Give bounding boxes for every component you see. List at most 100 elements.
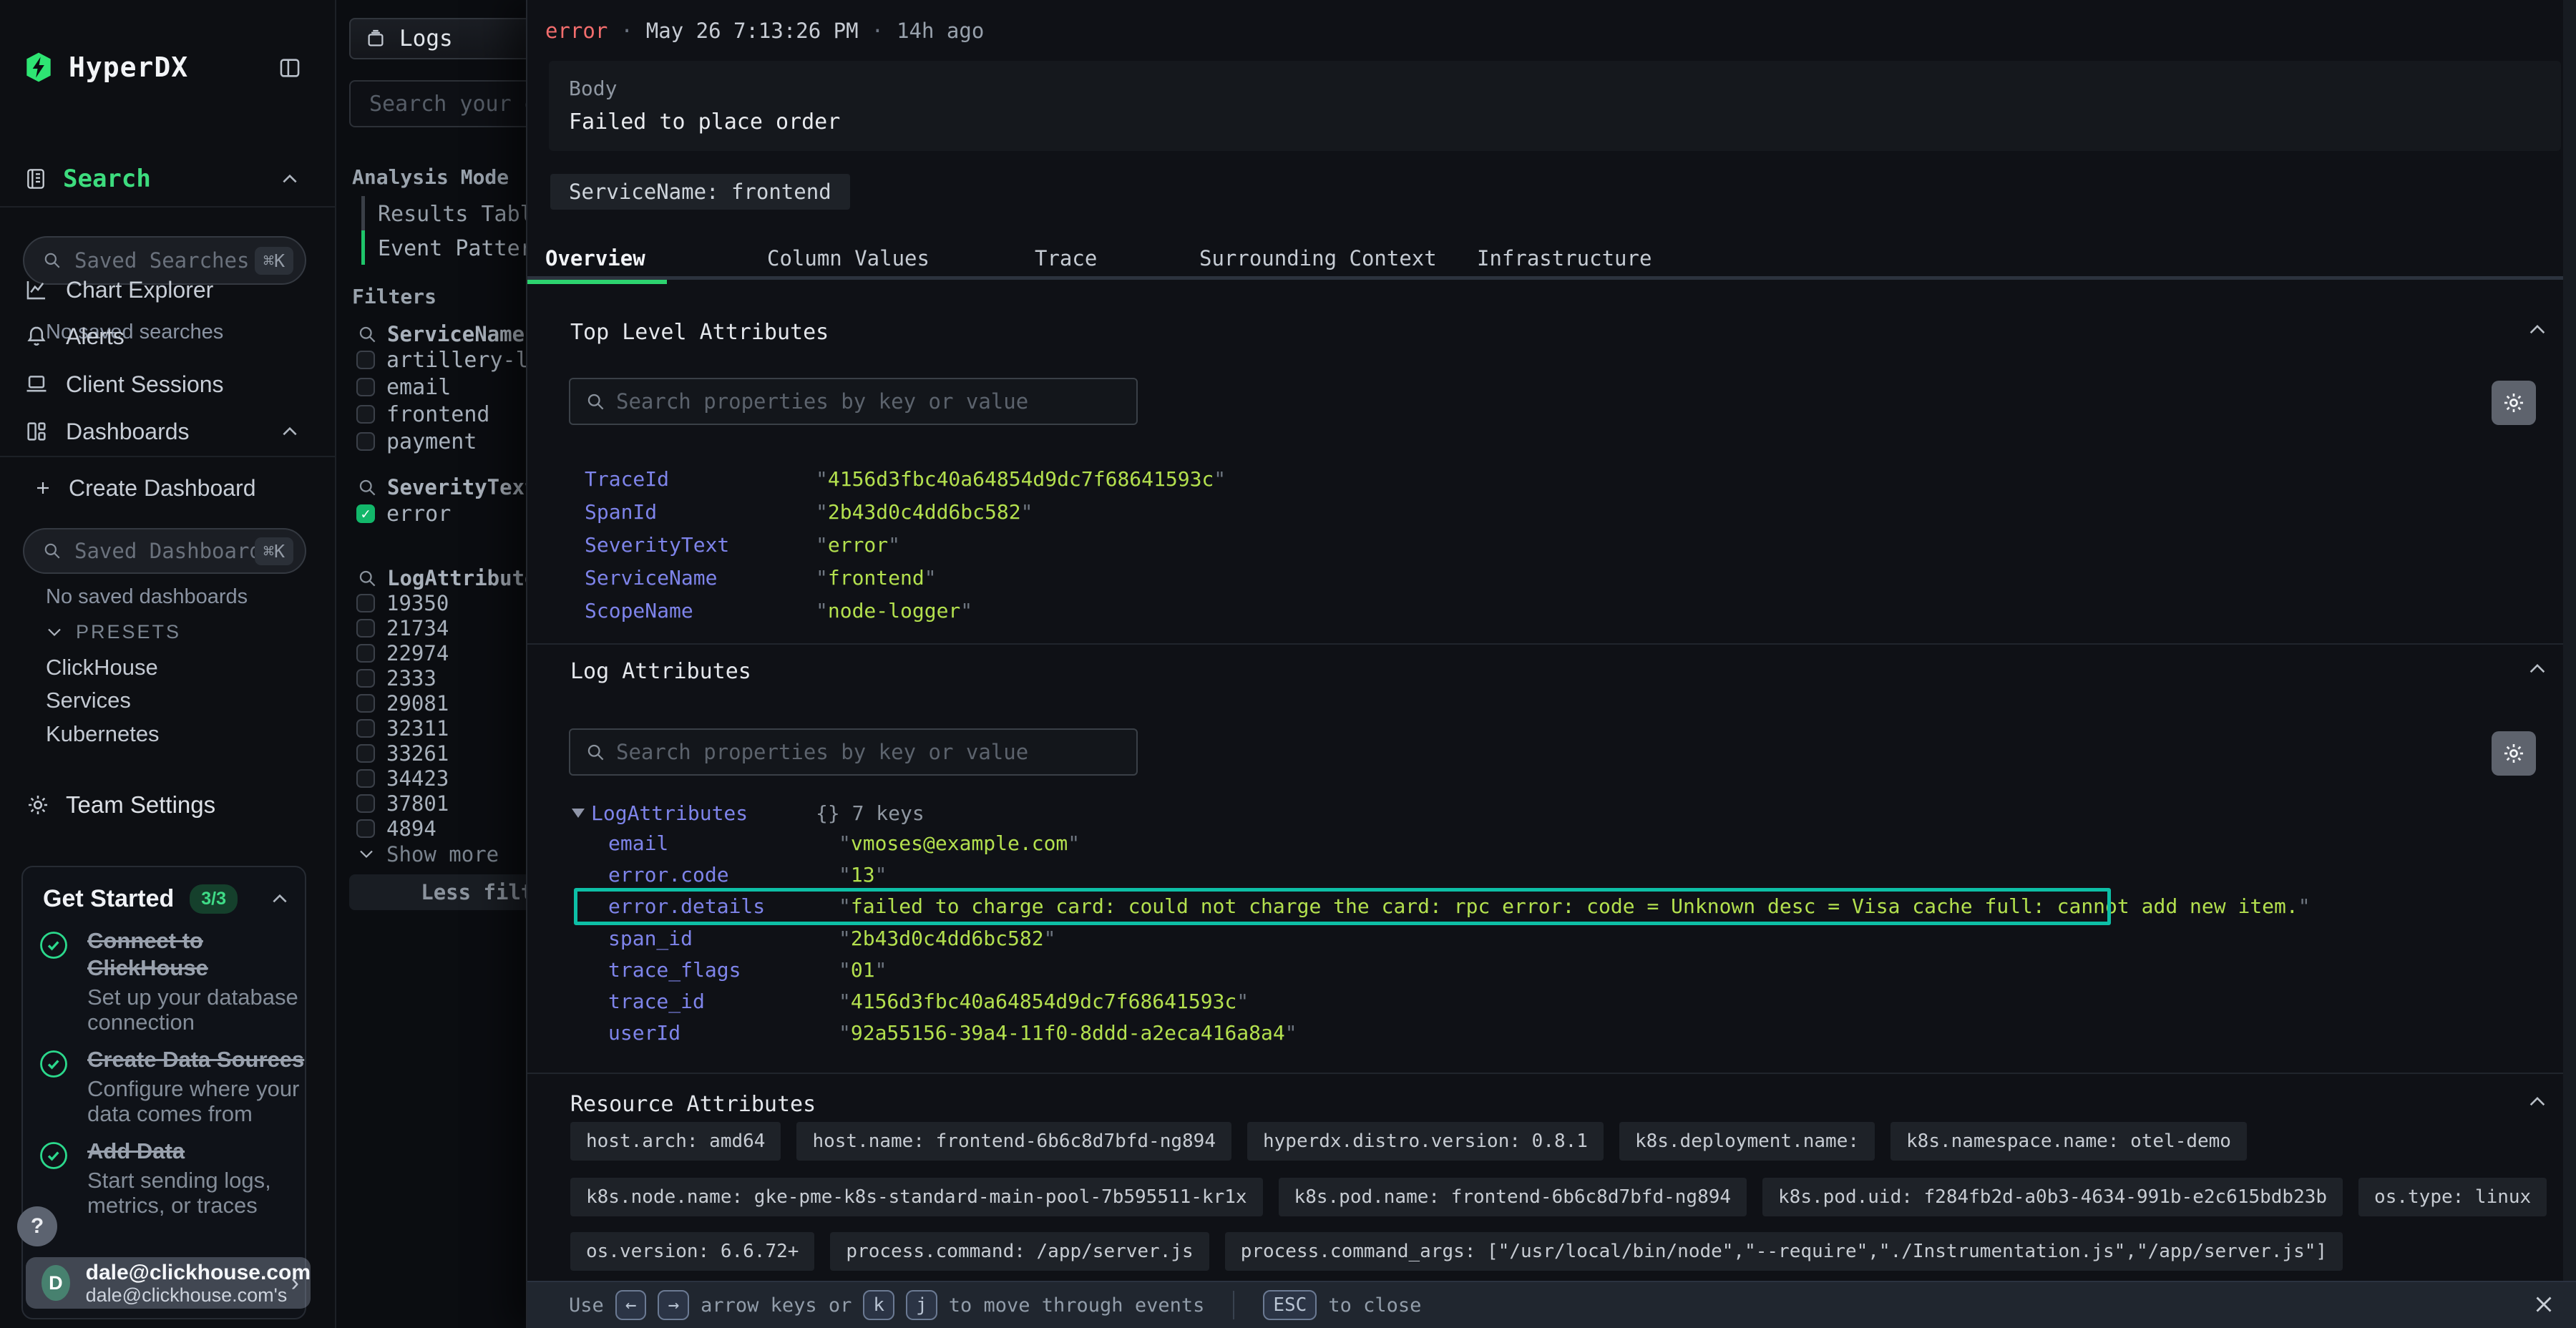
checkbox[interactable] <box>356 594 375 612</box>
filter-option[interactable]: 33261 <box>356 741 449 766</box>
sidebar-collapse-icon[interactable] <box>278 56 302 80</box>
search-icon[interactable] <box>358 325 377 344</box>
filter-option[interactable]: email <box>356 374 451 401</box>
checkbox[interactable] <box>356 719 375 738</box>
collapse-section-icon[interactable] <box>2527 1095 2546 1107</box>
collapse-section-icon[interactable] <box>2527 663 2546 674</box>
mode-results-table[interactable]: Results Table <box>378 202 546 227</box>
attribute-key[interactable]: error.code <box>608 863 839 887</box>
attribute-value[interactable]: failed to charge card: could not charge … <box>851 894 2298 918</box>
checkbox[interactable] <box>356 744 375 763</box>
resource-chip[interactable]: os.version: 6.6.72+ <box>570 1232 814 1271</box>
sidebar-section-search[interactable]: Search <box>0 159 336 199</box>
attribute-key[interactable]: userId <box>608 1021 839 1045</box>
search-icon[interactable] <box>358 478 377 497</box>
filter-option[interactable]: 34423 <box>356 766 449 791</box>
top-level-property-search-input[interactable] <box>569 378 1138 425</box>
filter-option[interactable]: 32311 <box>356 716 449 741</box>
attribute-value[interactable]: error <box>828 533 888 557</box>
presets-toggle[interactable]: PRESETS <box>46 621 181 643</box>
attribute-key[interactable]: SpanId <box>585 500 816 524</box>
filter-option[interactable]: 2333 <box>356 665 436 690</box>
resource-chip[interactable]: k8s.node.name: gke-pme-k8s-standard-main… <box>570 1178 1263 1216</box>
attribute-key[interactable]: span_id <box>608 927 839 950</box>
search-icon[interactable] <box>358 569 377 588</box>
log-attributes-root-row[interactable]: LogAttributes {} 7 keys <box>572 799 748 827</box>
filter-option[interactable]: 22974 <box>356 640 449 665</box>
attribute-key[interactable]: ScopeName <box>585 599 816 622</box>
sidebar-item-client-sessions[interactable]: Client Sessions <box>0 361 336 407</box>
filter-option[interactable]: 4894 <box>356 816 436 841</box>
create-dashboard-button[interactable]: Create Dashboard <box>0 465 336 511</box>
checkbox[interactable] <box>356 694 375 713</box>
resource-chip[interactable]: host.name: frontend-6b6c8d7bfd-ng894 <box>796 1122 1231 1161</box>
checkbox-checked[interactable]: ✓ <box>356 504 375 523</box>
attribute-value[interactable]: frontend <box>828 566 924 590</box>
resource-chip[interactable]: k8s.pod.uid: f284fb2d-a0b3-4634-991b-e2c… <box>1762 1178 2343 1216</box>
checkbox[interactable] <box>356 432 375 451</box>
checkbox[interactable] <box>356 819 375 838</box>
chevron-up-icon[interactable] <box>270 893 289 904</box>
tab-overview[interactable]: Overview <box>545 246 645 270</box>
resource-chip[interactable]: os.type: linux <box>2358 1178 2547 1216</box>
resource-chip[interactable]: process.command: /app/server.js <box>830 1232 1209 1271</box>
chevron-up-icon[interactable] <box>280 173 299 185</box>
checkbox[interactable] <box>356 405 375 424</box>
tab-column-values[interactable]: Column Values <box>767 246 930 270</box>
attribute-value[interactable]: 01 <box>851 958 875 982</box>
attribute-value[interactable]: 92a55156-39a4-11f0-8ddd-a2eca416a8a4 <box>851 1021 1285 1045</box>
checkbox[interactable] <box>356 669 375 688</box>
attribute-value[interactable]: 13 <box>851 863 875 887</box>
get-started-step[interactable]: Create Data Sources Configure where your… <box>39 1046 306 1126</box>
attribute-value[interactable]: 2b43d0c4dd6bc582 <box>828 500 1021 524</box>
attribute-key[interactable]: trace_flags <box>608 958 839 982</box>
sidebar-item-kubernetes[interactable]: Kubernetes <box>46 721 160 747</box>
attribute-key[interactable]: error.details <box>608 894 839 918</box>
attribute-key[interactable]: ServiceName <box>585 566 816 590</box>
resource-chip[interactable]: k8s.pod.name: frontend-6b6c8d7bfd-ng894 <box>1279 1178 1747 1216</box>
get-started-step[interactable]: Connect to ClickHouse Set up your databa… <box>39 927 306 1035</box>
sidebar-item-services[interactable]: Services <box>46 688 131 713</box>
tab-trace[interactable]: Trace <box>1035 246 1097 270</box>
attribute-key[interactable]: TraceId <box>585 467 816 491</box>
filter-option[interactable]: 29081 <box>356 690 449 716</box>
attribute-value[interactable]: node-logger <box>828 599 960 622</box>
resource-chip[interactable]: host.arch: amd64 <box>570 1122 781 1161</box>
user-menu[interactable]: D dale@clickhouse.com dale@clickhouse.co… <box>26 1257 311 1309</box>
resource-chip[interactable]: process.command_args: ["/usr/local/bin/n… <box>1225 1232 2343 1271</box>
checkbox[interactable] <box>356 769 375 788</box>
show-more-button[interactable]: Show more <box>358 842 499 866</box>
service-tag-chip[interactable]: ServiceName: frontend <box>550 174 850 210</box>
tab-infrastructure[interactable]: Infrastructure <box>1477 246 1652 270</box>
attribute-key[interactable]: SeverityText <box>585 533 816 557</box>
brand-logo[interactable]: HyperDX <box>24 47 188 87</box>
sidebar-item-chart-explorer[interactable]: Chart Explorer <box>0 267 336 313</box>
resource-chip[interactable]: k8s.deployment.name: <box>1619 1122 1875 1161</box>
checkbox[interactable] <box>356 794 375 813</box>
top-level-settings-button[interactable] <box>2492 381 2536 425</box>
log-attributes-settings-button[interactable] <box>2492 731 2536 776</box>
attribute-key[interactable]: email <box>608 831 839 855</box>
sidebar-item-team-settings[interactable]: Team Settings <box>0 782 336 828</box>
tab-surrounding-context[interactable]: Surrounding Context <box>1199 246 1437 270</box>
filter-option[interactable]: ✓ error <box>356 500 451 527</box>
scrollbar-track[interactable] <box>2563 0 2576 1281</box>
sidebar-item-clickhouse[interactable]: ClickHouse <box>46 655 158 680</box>
attribute-value[interactable]: 4156d3fbc40a64854d9dc7f68641593c <box>828 467 1214 491</box>
log-attributes-property-search-input[interactable] <box>569 728 1138 776</box>
collapse-section-icon[interactable] <box>2527 323 2546 335</box>
get-started-step[interactable]: Add Data Start sending logs, metrics, or… <box>39 1138 306 1218</box>
chevron-up-icon[interactable] <box>280 426 299 437</box>
attribute-value[interactable]: 4156d3fbc40a64854d9dc7f68641593c <box>851 990 1236 1013</box>
saved-dashboards-input[interactable]: Saved Dashboards ⌘K <box>23 528 306 574</box>
sidebar-item-dashboards[interactable]: Dashboards <box>0 409 336 454</box>
filter-option[interactable]: 19350 <box>356 590 449 615</box>
filter-option[interactable]: 37801 <box>356 791 449 816</box>
checkbox[interactable] <box>356 644 375 663</box>
filter-option[interactable]: frontend <box>356 401 490 428</box>
checkbox[interactable] <box>356 378 375 396</box>
resource-chip[interactable]: hyperdx.distro.version: 0.8.1 <box>1247 1122 1604 1161</box>
attribute-key[interactable]: trace_id <box>608 990 839 1013</box>
sidebar-item-alerts[interactable]: Alerts <box>0 313 336 359</box>
close-icon[interactable] <box>2530 1291 2557 1318</box>
